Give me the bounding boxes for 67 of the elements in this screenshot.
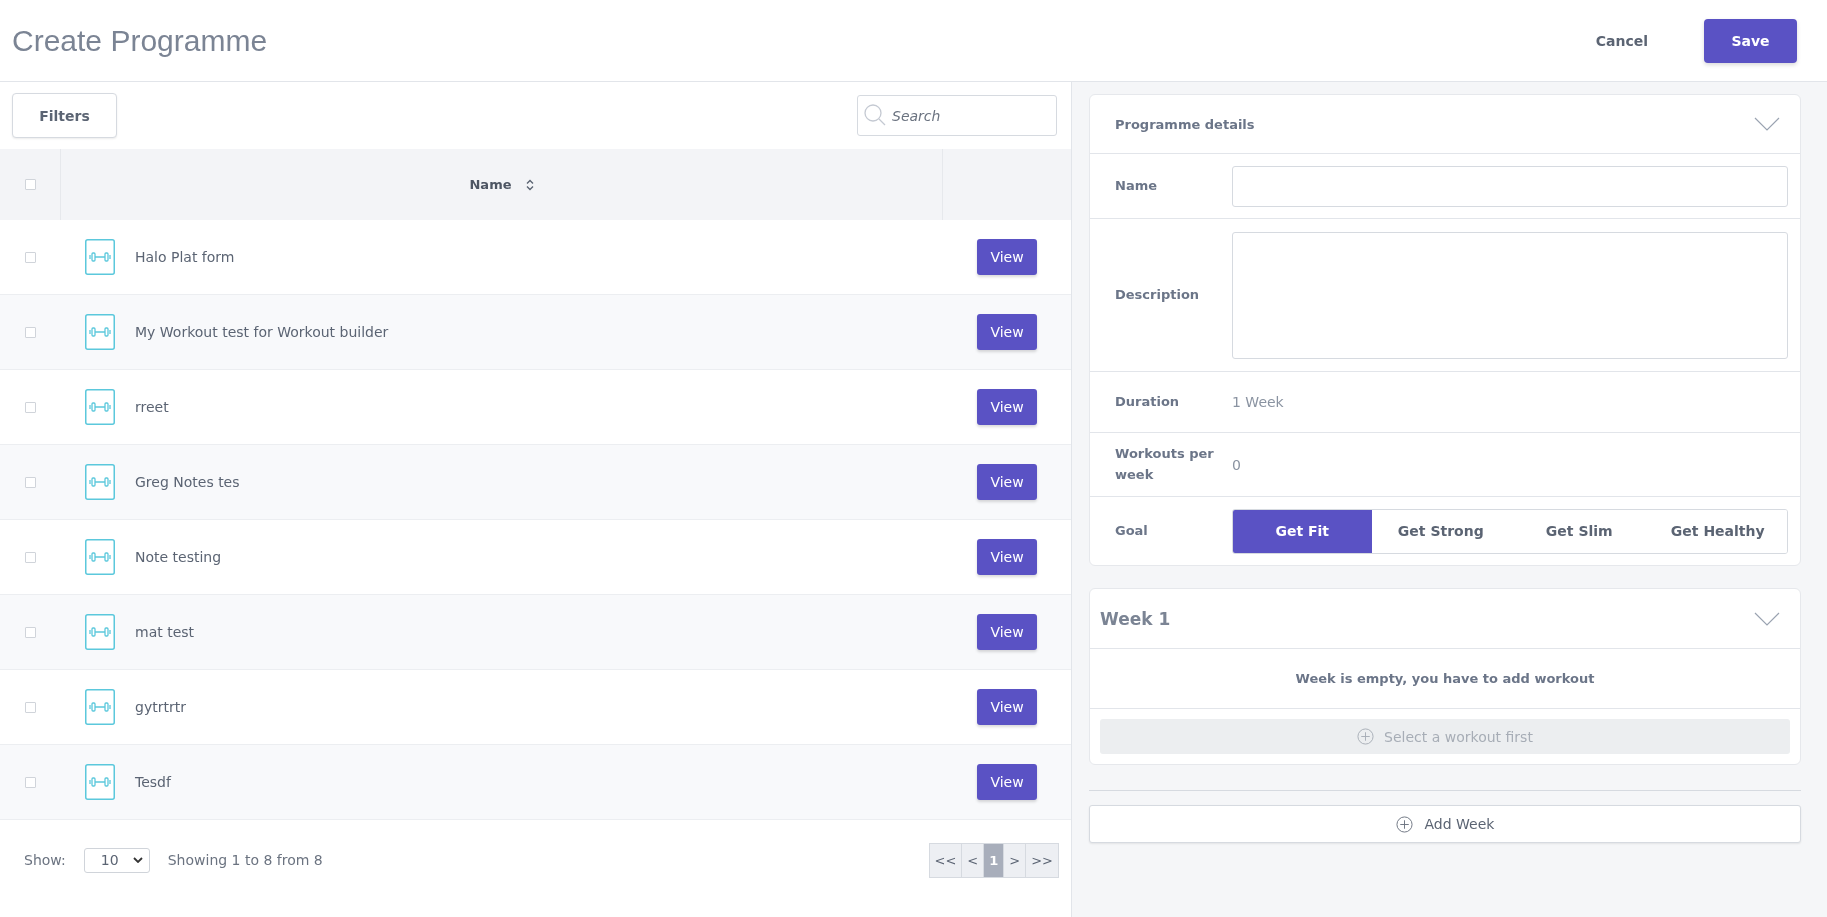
page-size-select[interactable]: 10 xyxy=(83,847,150,873)
checkbox[interactable] xyxy=(24,179,36,190)
view-button[interactable]: View xyxy=(977,464,1037,500)
view-button[interactable]: View xyxy=(977,539,1037,575)
view-button[interactable]: View xyxy=(977,614,1037,650)
workout-name: Note testing xyxy=(135,549,222,565)
dumbbell-icon xyxy=(85,689,115,725)
card-title: Programme details xyxy=(1115,116,1255,132)
filters-button[interactable]: Filters xyxy=(12,93,117,138)
pagination-button[interactable]: > xyxy=(1004,843,1027,877)
dumbbell-icon xyxy=(85,314,115,350)
workout-name: mat test xyxy=(135,624,195,640)
checkbox[interactable] xyxy=(24,776,36,788)
workout-name: gytrtrtr xyxy=(135,699,186,715)
add-week-button[interactable]: Add Week xyxy=(1089,805,1801,843)
view-button[interactable]: View xyxy=(977,389,1037,425)
description-input[interactable] xyxy=(1232,231,1788,359)
page-title: Create Programme xyxy=(12,23,268,58)
field-label: Goal xyxy=(1115,521,1149,540)
field-label: Name xyxy=(1115,176,1158,195)
plus-circle-icon xyxy=(1395,815,1413,833)
workout-name: Greg Notes tes xyxy=(135,474,240,490)
field-label: Description xyxy=(1115,285,1201,304)
chevron-down-icon xyxy=(132,857,143,863)
pagination-button[interactable]: < xyxy=(962,843,985,877)
pagination-button[interactable]: << xyxy=(929,843,963,877)
view-button[interactable]: View xyxy=(977,314,1037,350)
field-value: 0 xyxy=(1232,456,1241,473)
field-label: Workouts per week xyxy=(1115,444,1215,484)
checkbox[interactable] xyxy=(24,251,36,263)
workout-name: Halo Plat form xyxy=(135,249,235,265)
plus-circle-icon xyxy=(1357,728,1375,745)
results-summary: Showing 1 to 8 from 8 xyxy=(167,852,323,868)
checkbox[interactable] xyxy=(24,626,36,638)
checkbox[interactable] xyxy=(24,326,36,338)
dumbbell-icon xyxy=(85,239,115,275)
dumbbell-icon xyxy=(85,464,115,500)
view-button[interactable]: View xyxy=(977,689,1037,725)
workout-name: Tesdf xyxy=(135,774,171,790)
view-button[interactable]: View xyxy=(977,239,1037,275)
chevron-down-icon[interactable] xyxy=(1754,117,1780,131)
checkbox[interactable] xyxy=(24,476,36,488)
week-title: Week 1 xyxy=(1100,608,1171,629)
cancel-button[interactable]: Cancel xyxy=(1589,31,1654,50)
dumbbell-icon xyxy=(85,539,115,575)
pagination-button[interactable]: >> xyxy=(1026,843,1058,877)
show-label: Show: xyxy=(24,852,66,868)
field-value: 1 Week xyxy=(1232,394,1284,410)
sort-icon[interactable] xyxy=(525,178,534,191)
dumbbell-icon xyxy=(85,764,115,800)
field-label: Duration xyxy=(1115,392,1181,411)
checkbox[interactable] xyxy=(24,701,36,713)
save-button[interactable]: Save xyxy=(1704,18,1797,63)
checkbox[interactable] xyxy=(24,401,36,413)
search-icon xyxy=(863,103,887,127)
goal-option[interactable]: Get Fit xyxy=(1233,509,1372,553)
workout-name: rreet xyxy=(135,399,169,415)
workout-name: My Workout test for Workout builder xyxy=(135,324,389,340)
empty-message: Week is empty, you have to add workout xyxy=(1295,671,1595,686)
view-button[interactable]: View xyxy=(977,764,1037,800)
column-header[interactable]: Name xyxy=(469,177,512,192)
dumbbell-icon xyxy=(85,389,115,425)
search-field[interactable]: Search xyxy=(857,95,1057,136)
dumbbell-icon xyxy=(85,614,115,650)
checkbox[interactable] xyxy=(24,551,36,563)
name-input[interactable] xyxy=(1232,165,1788,207)
chevron-down-icon[interactable] xyxy=(1754,611,1780,626)
